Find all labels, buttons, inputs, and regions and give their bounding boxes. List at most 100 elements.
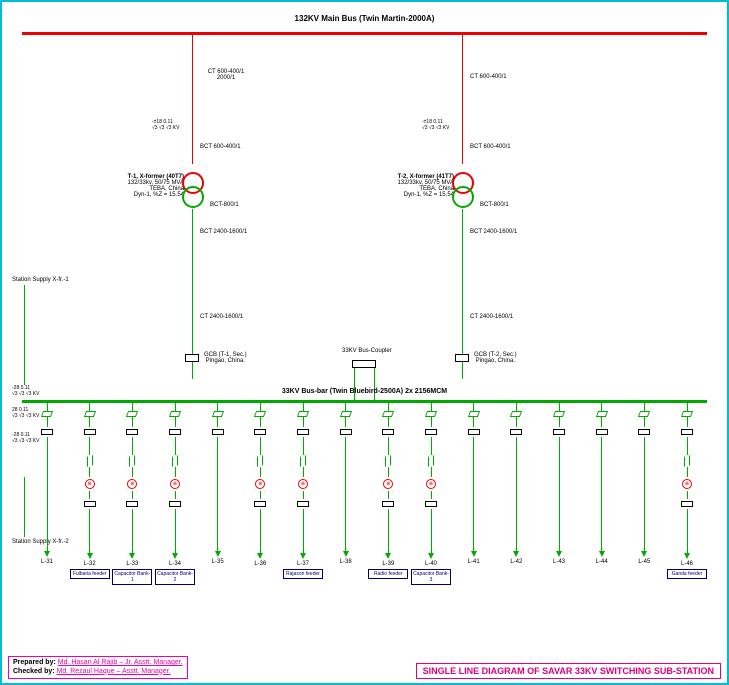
switch-icon bbox=[385, 455, 391, 467]
switch-icon bbox=[129, 455, 135, 467]
bct-sec: BCT-800/1 bbox=[480, 202, 509, 208]
isolator-icon bbox=[84, 411, 96, 417]
arrow-down-icon bbox=[172, 553, 178, 559]
breaker-icon bbox=[681, 429, 693, 435]
breaker-icon bbox=[126, 429, 138, 435]
bct-bot: BCT 2400-1600/1 bbox=[470, 229, 517, 235]
relay-icon: ⊗ bbox=[298, 479, 308, 489]
gcb-box bbox=[455, 354, 469, 362]
feeder-name-box: Fulbaria feeder bbox=[70, 569, 110, 579]
arrow-down-icon bbox=[513, 551, 519, 557]
feeder-name-box: Capacitor Bank-1 bbox=[112, 569, 152, 585]
arrow-down-icon bbox=[599, 551, 605, 557]
feeder-L-36: ⊗ L-36 bbox=[240, 403, 280, 567]
feeder-L-42: L-42 bbox=[496, 403, 536, 565]
breaker-icon bbox=[41, 429, 53, 435]
station-supply-1: Station Supply X-fr.-1 -28 0.11√3 √3 √3 … bbox=[12, 277, 69, 397]
feeder-L-32: ⊗L-32Fulbaria feeder bbox=[70, 403, 110, 579]
switch-icon bbox=[257, 455, 263, 467]
isolator-icon bbox=[510, 411, 522, 417]
feeder-label: L-46 bbox=[667, 561, 707, 567]
feeder-name-box: Rajason feeder bbox=[283, 569, 323, 579]
bct-bot: BCT 2400-1600/1 bbox=[200, 229, 247, 235]
arrow-down-icon bbox=[641, 551, 647, 557]
footer-credits: Prepared by: Md. Hasan Al Rajib – Jr. As… bbox=[8, 656, 188, 679]
bct-sec: BCT-800/1 bbox=[210, 202, 239, 208]
arrow-down-icon bbox=[87, 553, 93, 559]
ct-box-icon bbox=[84, 501, 96, 507]
feeder-label: L-33 bbox=[112, 561, 152, 567]
ct-box-icon bbox=[425, 501, 437, 507]
isolator-icon bbox=[468, 411, 480, 417]
footer-title: SINGLE LINE DIAGRAM OF SAVAR 33KV SWITCH… bbox=[416, 663, 721, 679]
switch-icon bbox=[300, 455, 306, 467]
feeder-L-41: L-41 bbox=[454, 403, 494, 565]
arrow-down-icon bbox=[684, 553, 690, 559]
transformer-icon bbox=[452, 186, 474, 208]
breaker-icon bbox=[553, 429, 565, 435]
feeder-name-box: Ganda feeder bbox=[667, 569, 707, 579]
feeder-name-box: Capacitor Bank-2 bbox=[155, 569, 195, 585]
feeder-label: L-37 bbox=[283, 561, 323, 567]
isolator-icon bbox=[382, 411, 394, 417]
relay-icon: ⊗ bbox=[85, 479, 95, 489]
breaker-icon bbox=[254, 429, 266, 435]
feeder-L-38: L-38 bbox=[326, 403, 366, 565]
relay-icon: ⊗ bbox=[170, 479, 180, 489]
feeder-label: L-44 bbox=[582, 559, 622, 565]
arrow-down-icon bbox=[471, 551, 477, 557]
feeder-label: L-39 bbox=[368, 561, 408, 567]
feeder-L-43: L-43 bbox=[539, 403, 579, 565]
gcb-label: GCB (T-2, Sec.) Pingao, China. bbox=[474, 352, 517, 364]
ct-box-icon bbox=[297, 501, 309, 507]
isolator-icon bbox=[254, 411, 266, 417]
feeder-L-40: ⊗L-40Capacitor Bank-3 bbox=[411, 403, 451, 585]
diagram-page: 132KV Main Bus (Twin Martin-2000A) CT 60… bbox=[0, 0, 729, 685]
arrow-down-icon bbox=[428, 553, 434, 559]
bct-label: BCT 600-400/1 bbox=[470, 144, 511, 150]
breaker-icon bbox=[84, 429, 96, 435]
feeder-L-37: ⊗ L-37 Rajason feeder bbox=[283, 403, 323, 579]
switch-icon bbox=[87, 455, 93, 467]
feeder-L-45: L-45 bbox=[624, 403, 664, 565]
arrow-down-icon bbox=[129, 553, 135, 559]
ct-box-icon bbox=[169, 501, 181, 507]
breaker-icon bbox=[340, 429, 352, 435]
breaker-icon bbox=[382, 429, 394, 435]
feeder-label: L-36 bbox=[240, 561, 280, 567]
switch-icon bbox=[428, 455, 434, 467]
feeder-label: L-41 bbox=[454, 559, 494, 565]
ct-bot: CT 2400-1600/1 bbox=[200, 314, 243, 320]
gcb-box bbox=[185, 354, 199, 362]
ct-label: CT 600-400/1 2000/1 bbox=[200, 69, 252, 81]
bus-coupler-box bbox=[352, 360, 376, 368]
feeder-L-33: ⊗L-33Capacitor Bank-1 bbox=[112, 403, 152, 585]
isolator-icon bbox=[638, 411, 650, 417]
transformer-bay-2: CT 600-400/1 -±18 0.11√3 √3 √3 KV BCT 60… bbox=[402, 34, 522, 384]
isolator-icon bbox=[596, 411, 608, 417]
ct-label: CT 600-400/1 bbox=[470, 74, 507, 80]
ct-box-icon bbox=[681, 501, 693, 507]
isolator-icon bbox=[212, 411, 224, 417]
feeder-L-46: ⊗L-46Ganda feeder bbox=[667, 403, 707, 579]
transformer-icon bbox=[182, 186, 204, 208]
feeder-name-box: Capacitor Bank-3 bbox=[411, 569, 451, 585]
breaker-icon bbox=[212, 429, 224, 435]
relay-icon: ⊗ bbox=[255, 479, 265, 489]
isolator-icon bbox=[553, 411, 565, 417]
feeder-name-box: Radio feeder bbox=[368, 569, 408, 579]
arrow-down-icon bbox=[343, 551, 349, 557]
arrow-down-icon bbox=[44, 551, 50, 557]
gcb-label: GCB (T-1, Sec.) Pingao, China. bbox=[204, 352, 247, 364]
feeder-L-34: ⊗L-34Capacitor Bank-2 bbox=[155, 403, 195, 585]
ct-box-icon bbox=[126, 501, 138, 507]
isolator-icon bbox=[297, 411, 309, 417]
bus-132kv bbox=[22, 32, 707, 35]
feeder-label: L-35 bbox=[198, 559, 238, 565]
breaker-icon bbox=[297, 429, 309, 435]
bus-coupler-label: 33KV Bus-Coupler bbox=[342, 348, 392, 354]
isolator-icon bbox=[425, 411, 437, 417]
breaker-icon bbox=[468, 429, 480, 435]
breaker-icon bbox=[169, 429, 181, 435]
breaker-icon bbox=[510, 429, 522, 435]
